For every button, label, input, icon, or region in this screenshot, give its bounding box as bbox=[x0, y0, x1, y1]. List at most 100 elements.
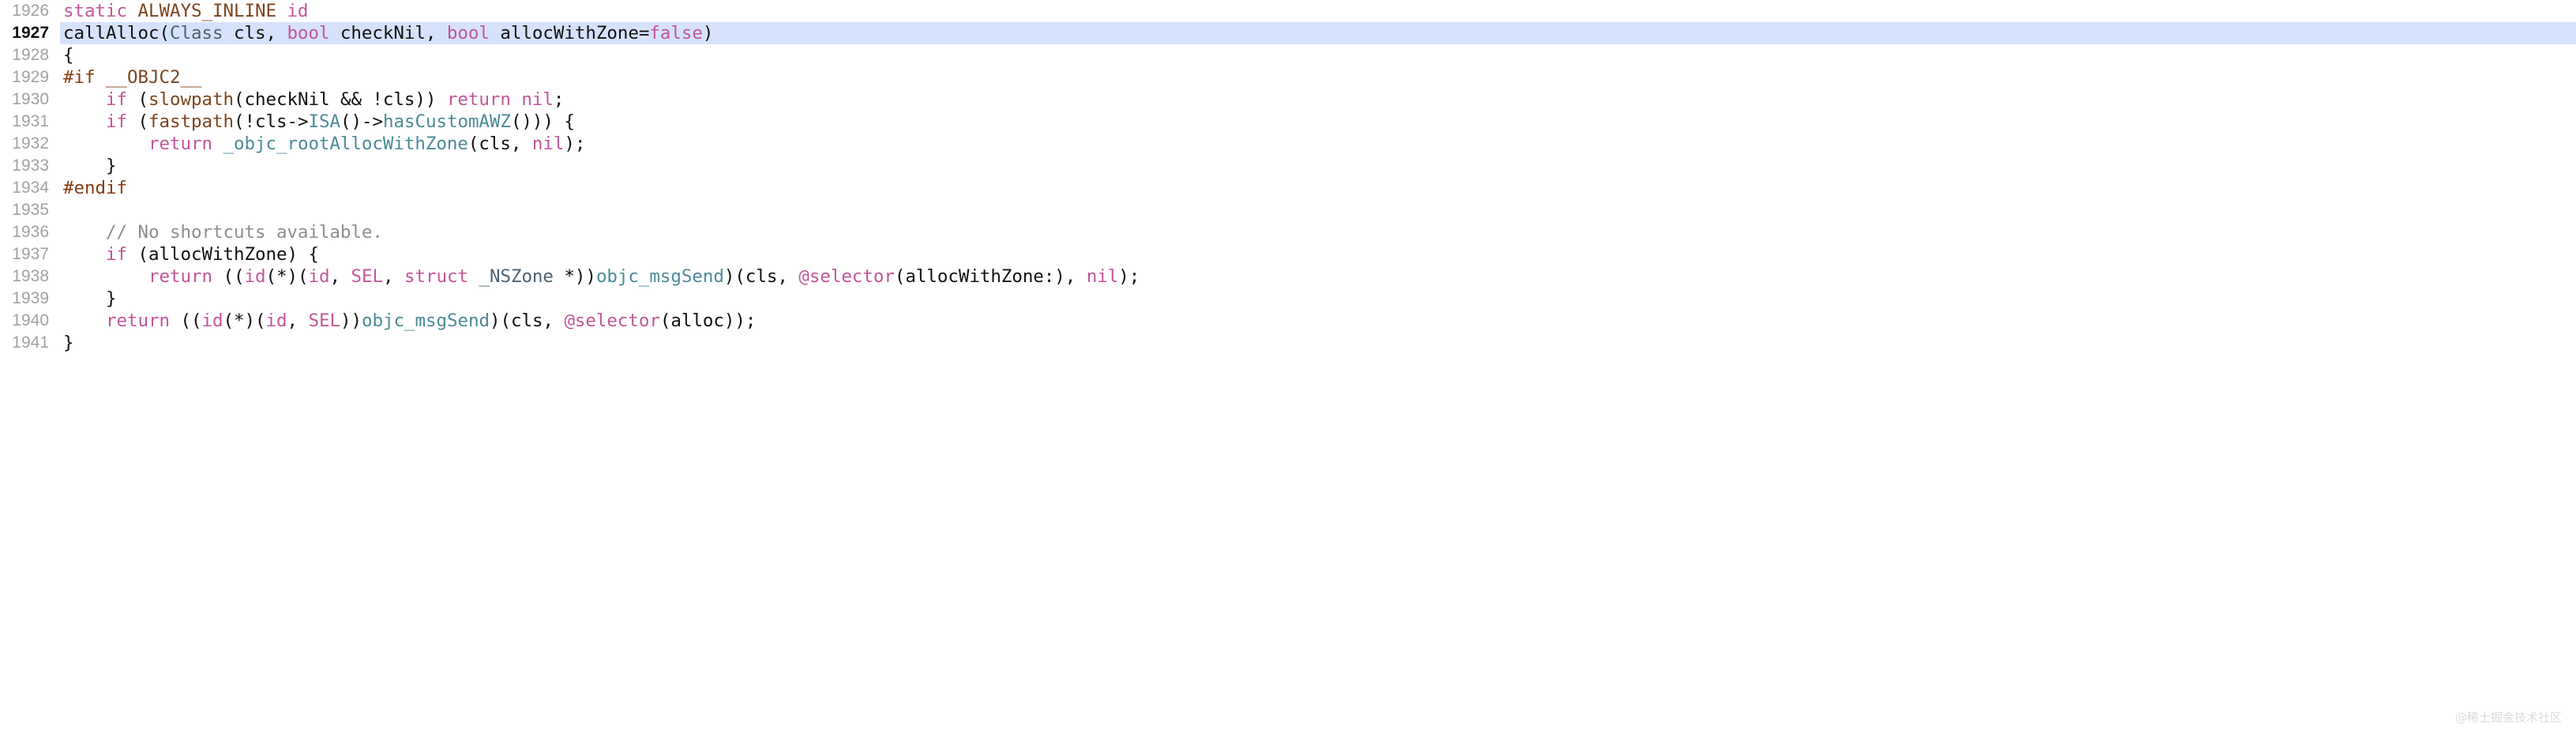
line-content[interactable]: { bbox=[60, 44, 2576, 66]
token-keyword: nil bbox=[531, 134, 565, 154]
line-content[interactable]: #if __OBJC2__ bbox=[60, 66, 2576, 88]
token-keyword: id bbox=[287, 1, 309, 21]
code-line[interactable]: 1939 } bbox=[0, 288, 2576, 310]
line-number: 1929 bbox=[0, 66, 60, 88]
code-line[interactable]: 1938 return ((id(*)(id, SEL, struct _NSZ… bbox=[0, 265, 2576, 288]
line-content[interactable]: return _objc_rootAllocWithZone(cls, nil)… bbox=[60, 133, 2576, 155]
code-viewer[interactable]: 1926 static ALWAYS_INLINE id 1927 callAlloc… bbox=[0, 0, 2576, 738]
line-content[interactable]: // No shortcuts available. bbox=[60, 221, 2576, 243]
line-content[interactable]: static ALWAYS_INLINE id bbox=[60, 0, 2576, 22]
line-content[interactable]: #endif bbox=[60, 177, 2576, 199]
token-member: _objc_rootAllocWithZone bbox=[223, 134, 468, 154]
line-content[interactable]: } bbox=[60, 155, 2576, 177]
token-plain: (allocWithZone:), bbox=[894, 266, 1087, 287]
token-preproc: #if bbox=[63, 67, 96, 88]
code-line[interactable]: 1933 } bbox=[0, 155, 2576, 177]
token-keyword: if bbox=[106, 244, 127, 265]
line-number: 1932 bbox=[0, 133, 60, 155]
line-content[interactable]: if (slowpath(checkNil && !cls)) return n… bbox=[60, 88, 2576, 111]
token-keyword: bool bbox=[287, 23, 330, 43]
code-line[interactable]: 1926 static ALWAYS_INLINE id bbox=[0, 0, 2576, 22]
token-keyword: id bbox=[308, 266, 330, 287]
line-number: 1928 bbox=[0, 44, 60, 66]
line-content[interactable]: } bbox=[60, 332, 2576, 354]
token-plain: (( bbox=[169, 311, 202, 331]
token-keyword: nil bbox=[1086, 266, 1119, 287]
code-line[interactable]: 1940 return ((id(*)(id, SEL))objc_msgSen… bbox=[0, 310, 2576, 332]
line-number: 1937 bbox=[0, 243, 60, 265]
line-content[interactable]: } bbox=[60, 288, 2576, 310]
code-line[interactable]: 1935 bbox=[0, 199, 2576, 221]
token-plain: )(cls, bbox=[723, 266, 799, 287]
line-content[interactable]: if (allocWithZone) { bbox=[60, 243, 2576, 265]
token-comment: // No shortcuts available. bbox=[106, 222, 383, 243]
token-plain: ( bbox=[127, 89, 148, 110]
token-plain: *)) bbox=[553, 266, 596, 287]
line-number: 1934 bbox=[0, 177, 60, 199]
token-keyword: false bbox=[649, 23, 703, 43]
token-keyword: static bbox=[63, 1, 127, 21]
token-keyword: id bbox=[244, 266, 266, 287]
token-keyword: return bbox=[148, 134, 212, 154]
token-plain: (*)( bbox=[265, 266, 309, 287]
token-plain: ) bbox=[702, 23, 714, 43]
line-number: 1933 bbox=[0, 155, 60, 177]
line-number: 1939 bbox=[0, 288, 60, 310]
code-line-highlighted[interactable]: 1927 callAlloc(Class cls, bool checkNil, … bbox=[0, 22, 2576, 44]
token-member: hasCustomAWZ bbox=[382, 111, 511, 132]
line-number: 1938 bbox=[0, 265, 60, 288]
token-plain: (*)( bbox=[223, 311, 266, 331]
code-line[interactable]: 1928{ bbox=[0, 44, 2576, 66]
token-preproc: #endif bbox=[63, 178, 127, 198]
line-content[interactable] bbox=[60, 199, 2576, 221]
token-keyword: SEL bbox=[351, 266, 383, 287]
code-line[interactable]: 1932 return _objc_rootAllocWithZone(cls,… bbox=[0, 133, 2576, 155]
line-content[interactable]: callAlloc(Class cls, bool checkNil, bool… bbox=[60, 22, 2576, 44]
token-macro: __OBJC2__ bbox=[106, 67, 202, 88]
token-keyword: return bbox=[148, 266, 212, 287]
token-member: objc_msgSend bbox=[361, 311, 490, 331]
token-plain: (cls, bbox=[468, 134, 532, 154]
token-plain: )) bbox=[340, 311, 362, 331]
line-number: 1941 bbox=[0, 332, 60, 354]
code-line[interactable]: 1934 #endif bbox=[0, 177, 2576, 199]
token-keyword: @selector bbox=[798, 266, 895, 287]
token-plain: ( bbox=[159, 23, 170, 43]
code-line[interactable]: 1931 if (fastpath(!cls->ISA()->hasCustom… bbox=[0, 111, 2576, 133]
token-type: Class bbox=[169, 23, 223, 43]
code-line[interactable]: 1929 #if __OBJC2__ bbox=[0, 66, 2576, 88]
token-plain: checkNil, bbox=[329, 23, 447, 43]
line-content[interactable]: return ((id(*)(id, SEL, struct _NSZone *… bbox=[60, 265, 2576, 288]
line-number: 1930 bbox=[0, 88, 60, 111]
token-keyword: id bbox=[201, 311, 223, 331]
code-line[interactable]: 1941} bbox=[0, 332, 2576, 354]
token-keyword: struct bbox=[404, 266, 468, 287]
line-number: 1936 bbox=[0, 221, 60, 243]
line-content[interactable]: if (fastpath(!cls->ISA()->hasCustomAWZ()… bbox=[60, 111, 2576, 133]
code-line[interactable]: 1930 if (slowpath(checkNil && !cls)) ret… bbox=[0, 88, 2576, 111]
token-function: callAlloc bbox=[63, 23, 160, 43]
code-line[interactable]: 1936 // No shortcuts available. bbox=[0, 221, 2576, 243]
token-plain: } bbox=[63, 156, 117, 176]
token-plain: ; bbox=[553, 89, 565, 110]
token-keyword: if bbox=[106, 111, 127, 132]
token-plain: cls, bbox=[223, 23, 287, 43]
token-macro: ALWAYS_INLINE bbox=[137, 1, 276, 21]
token-plain: { bbox=[63, 45, 74, 66]
line-content[interactable]: return ((id(*)(id, SEL))objc_msgSend)(cl… bbox=[60, 310, 2576, 332]
token-keyword: SEL bbox=[308, 311, 340, 331]
token-plain: ); bbox=[564, 134, 586, 154]
token-macro: slowpath bbox=[148, 89, 234, 110]
code-line[interactable]: 1937 if (allocWithZone) { bbox=[0, 243, 2576, 265]
token-plain: (allocWithZone) { bbox=[127, 244, 319, 265]
